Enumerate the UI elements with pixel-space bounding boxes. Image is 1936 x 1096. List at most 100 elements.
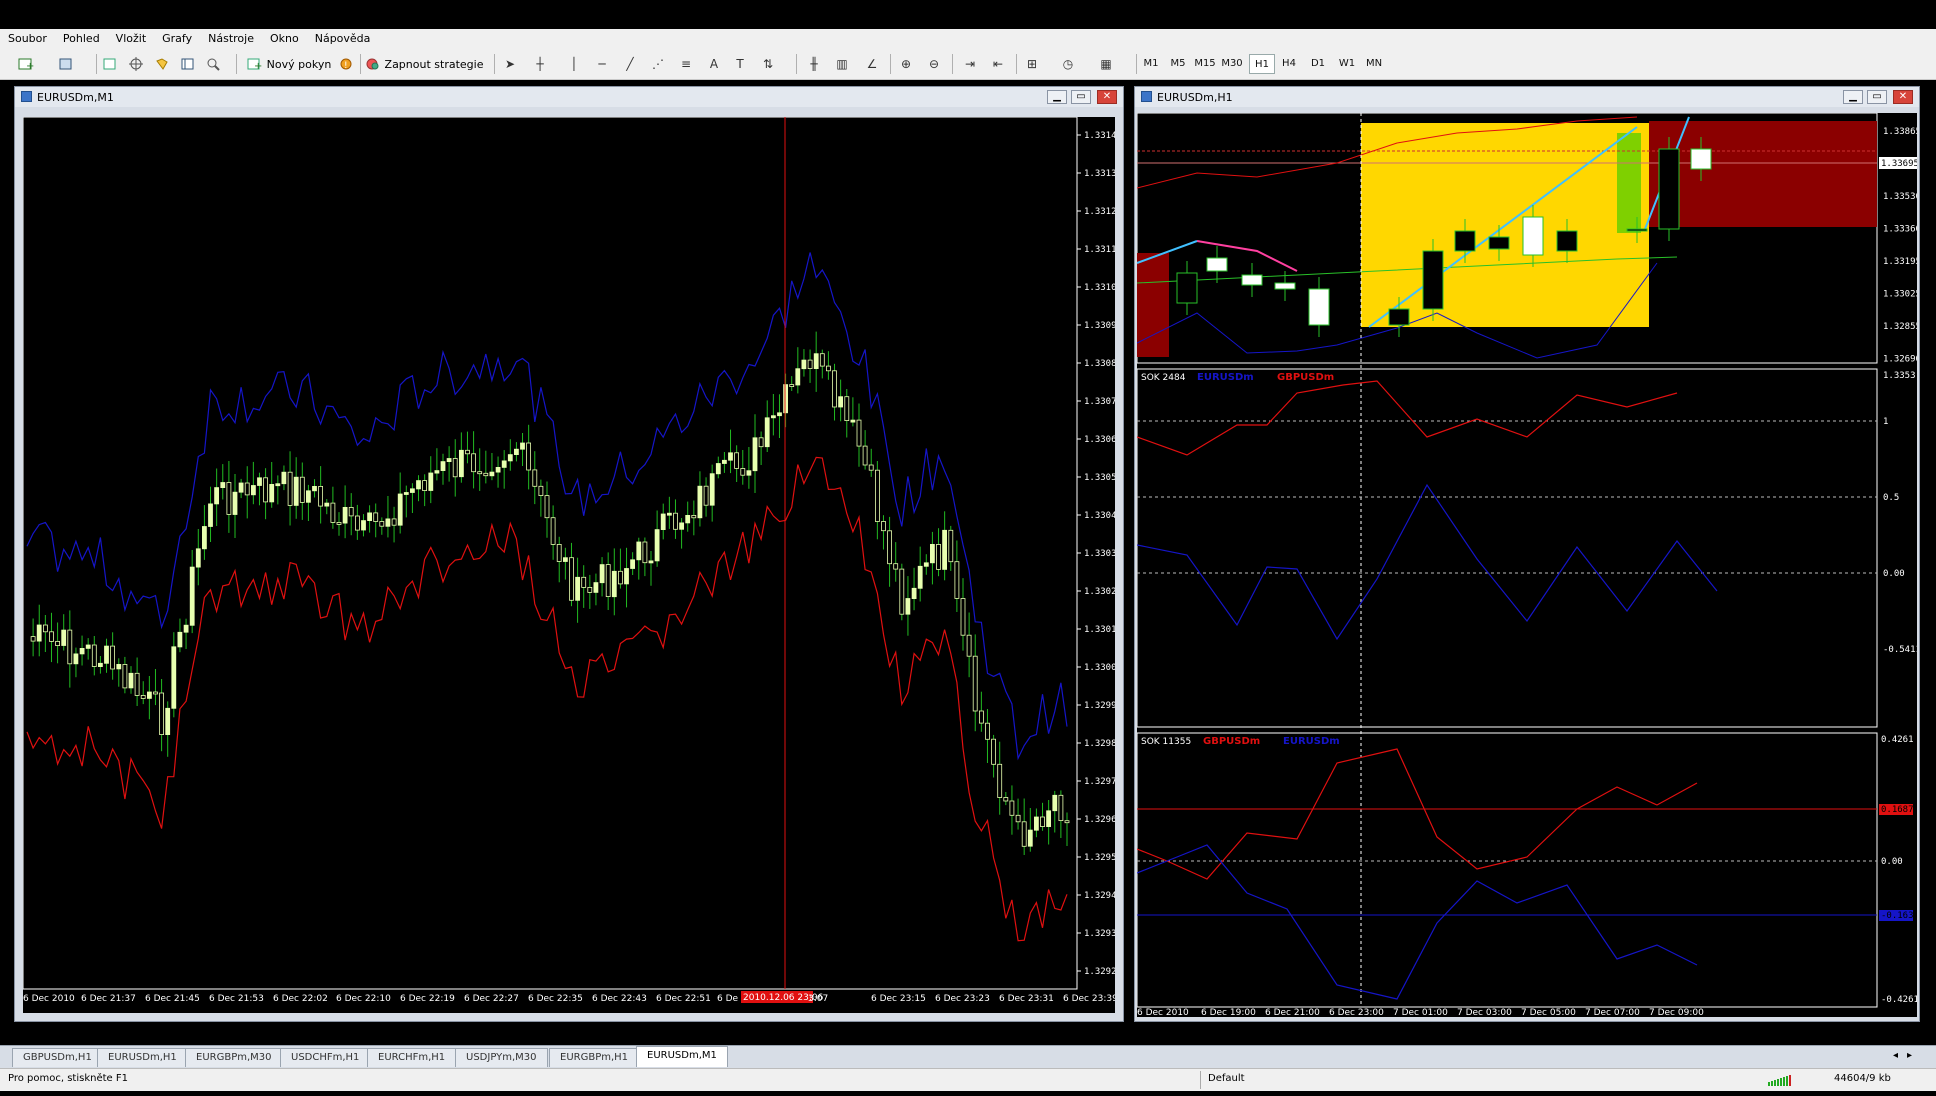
vertical-line-icon[interactable]: │: [564, 54, 584, 74]
zoom-in-icon[interactable]: ⊕: [896, 54, 916, 74]
channel-icon[interactable]: ⋰: [648, 54, 668, 74]
close-button[interactable]: ✕: [1097, 90, 1117, 104]
x-tick-label: 6 Dec 19:00: [1201, 1008, 1256, 1017]
candle-body: [507, 454, 513, 462]
menu-napoveda[interactable]: Nápověda: [307, 29, 379, 47]
text-icon[interactable]: A: [704, 54, 724, 74]
fibonacci-icon[interactable]: ≡: [676, 54, 696, 74]
tab-gbpusdm-h1[interactable]: GBPUSDm,H1: [12, 1048, 103, 1067]
candle-body: [899, 568, 905, 615]
window-titlebar[interactable]: EURUSDm,H1 ▁ ▭ ✕: [1135, 87, 1919, 107]
tab-eurusdm-h1[interactable]: EURUSDm,H1: [97, 1048, 188, 1067]
candle-body: [801, 359, 807, 370]
menu-soubor[interactable]: Soubor: [0, 29, 55, 47]
window-titlebar[interactable]: EURUSDm,M1 ▁ ▭ ✕: [15, 87, 1123, 107]
menu-okno[interactable]: Okno: [262, 29, 307, 47]
crosshair-icon[interactable]: ┼: [530, 54, 550, 74]
tab-eurgbpm-m30[interactable]: EURGBPm,M30: [185, 1048, 283, 1067]
minimize-button[interactable]: ▁: [1047, 90, 1067, 104]
tab-eurchfm-h1[interactable]: EURCHFm,H1: [367, 1048, 457, 1067]
autoscroll-icon[interactable]: ⇥: [960, 54, 980, 74]
y-tick-label: 1.33145: [1084, 131, 1115, 141]
candle-body: [764, 417, 770, 448]
y-tick-label: 1.33125: [1084, 207, 1115, 217]
candle-body: [458, 449, 464, 478]
menu-vlozit[interactable]: Vložit: [108, 29, 154, 47]
y-tick-label: 1.32855: [1883, 322, 1917, 332]
candle-body: [575, 576, 580, 601]
candlestick-icon[interactable]: ▥: [832, 54, 852, 74]
timeframe-d1[interactable]: D1: [1305, 54, 1331, 74]
terminal-icon[interactable]: [152, 54, 172, 74]
minimize-button[interactable]: ▁: [1843, 90, 1863, 104]
arrows-icon[interactable]: ⇅: [758, 54, 778, 74]
timeframe-m15[interactable]: M15: [1192, 54, 1218, 74]
x-tick-label: 6 Dec 21:37: [81, 994, 136, 1004]
tab-eurusdm-m1[interactable]: EURUSDm,M1: [636, 1046, 728, 1067]
tab-usdjpym-m30[interactable]: USDJPYm,M30: [455, 1048, 548, 1067]
profiles-icon[interactable]: [56, 54, 76, 74]
y-tick-label: 1.32995: [1084, 701, 1115, 711]
tab-eurgbpm-h1[interactable]: EURGBPm,H1: [549, 1048, 640, 1067]
candle-body: [513, 448, 519, 456]
new-order-button[interactable]: + Nový pokyn: [244, 54, 334, 74]
market-watch-icon[interactable]: [100, 54, 120, 74]
candle-body: [611, 570, 617, 598]
zoom-out-icon[interactable]: ⊖: [924, 54, 944, 74]
timeframe-h4[interactable]: H4: [1276, 54, 1302, 74]
data-window-icon[interactable]: [178, 54, 198, 74]
bar-chart-icon[interactable]: ╫: [804, 54, 824, 74]
timeframe-m1[interactable]: M1: [1138, 54, 1164, 74]
periods-icon[interactable]: ◷: [1058, 54, 1078, 74]
y-tick-label: 1.33865: [1883, 127, 1917, 137]
candle-body: [263, 477, 269, 503]
tester-icon[interactable]: [204, 54, 224, 74]
chart-window-eurusd-h1: EURUSDm,H1 ▁ ▭ ✕ 1.338651.336951.335301.…: [1134, 86, 1921, 1022]
y-tick-label: 1.33045: [1084, 511, 1115, 521]
y-tick-label: 1.32965: [1084, 815, 1115, 825]
candle-body: [685, 514, 691, 524]
trendline-icon[interactable]: ╱: [620, 54, 640, 74]
svg-text:+: +: [26, 61, 34, 71]
text-label-icon[interactable]: T: [730, 54, 750, 74]
cursor-icon[interactable]: ➤: [500, 54, 520, 74]
chart-area[interactable]: 1.33145 1.33135 1.33125 1.33115 1.33105 1.330…: [22, 116, 1122, 1013]
y-tick-label: 1.33025: [1883, 290, 1917, 300]
timeframe-h1[interactable]: H1: [1249, 54, 1275, 74]
window-title: EURUSDm,M1: [37, 91, 114, 104]
candle-body: [1626, 228, 1648, 232]
indicators-icon[interactable]: ⊞: [1022, 54, 1042, 74]
tab-scroll-right-icon[interactable]: ▸: [1907, 1050, 1912, 1061]
candle-body: [287, 471, 293, 506]
candle-body: [991, 738, 996, 765]
toggle-strategy-button[interactable]: Zapnout strategie: [364, 54, 484, 74]
timeframe-mn[interactable]: MN: [1361, 54, 1387, 74]
maximize-button[interactable]: ▭: [1867, 90, 1887, 104]
y-tick-label: 1.33135: [1084, 169, 1115, 179]
candle-body: [1454, 230, 1476, 252]
y-tick-label: 1.33195: [1883, 257, 1917, 267]
new-chart-icon[interactable]: +: [16, 54, 36, 74]
candle-body: [544, 495, 550, 519]
horizontal-line-icon[interactable]: ─: [592, 54, 612, 74]
alert-icon[interactable]: !: [336, 54, 356, 74]
candle-body: [966, 634, 972, 657]
timeframe-w1[interactable]: W1: [1334, 54, 1360, 74]
candle-body: [446, 458, 452, 462]
chart-area[interactable]: 1.33865 1.33695 1.33530 1.33360 1.33195 1.330…: [1136, 112, 1921, 1018]
menu-nastroje[interactable]: Nástroje: [200, 29, 262, 47]
menu-pohled[interactable]: Pohled: [55, 29, 108, 47]
navigator-icon[interactable]: [126, 54, 146, 74]
close-button[interactable]: ✕: [1893, 90, 1913, 104]
timeframe-m5[interactable]: M5: [1165, 54, 1191, 74]
chart-shift-icon[interactable]: ⇤: [988, 54, 1008, 74]
tab-scroll-left-icon[interactable]: ◂: [1893, 1050, 1898, 1061]
timeframe-m30[interactable]: M30: [1219, 54, 1245, 74]
menu-grafy[interactable]: Grafy: [154, 29, 200, 47]
y-tick-label: 1.33005: [1084, 663, 1115, 673]
tab-usdchfm-h1[interactable]: USDCHFm,H1: [280, 1048, 371, 1067]
maximize-button[interactable]: ▭: [1071, 90, 1091, 104]
line-chart-icon[interactable]: ∠: [862, 54, 882, 74]
y-tick-label: -0.1635: [1881, 911, 1917, 921]
templates-icon[interactable]: ▦: [1096, 54, 1116, 74]
